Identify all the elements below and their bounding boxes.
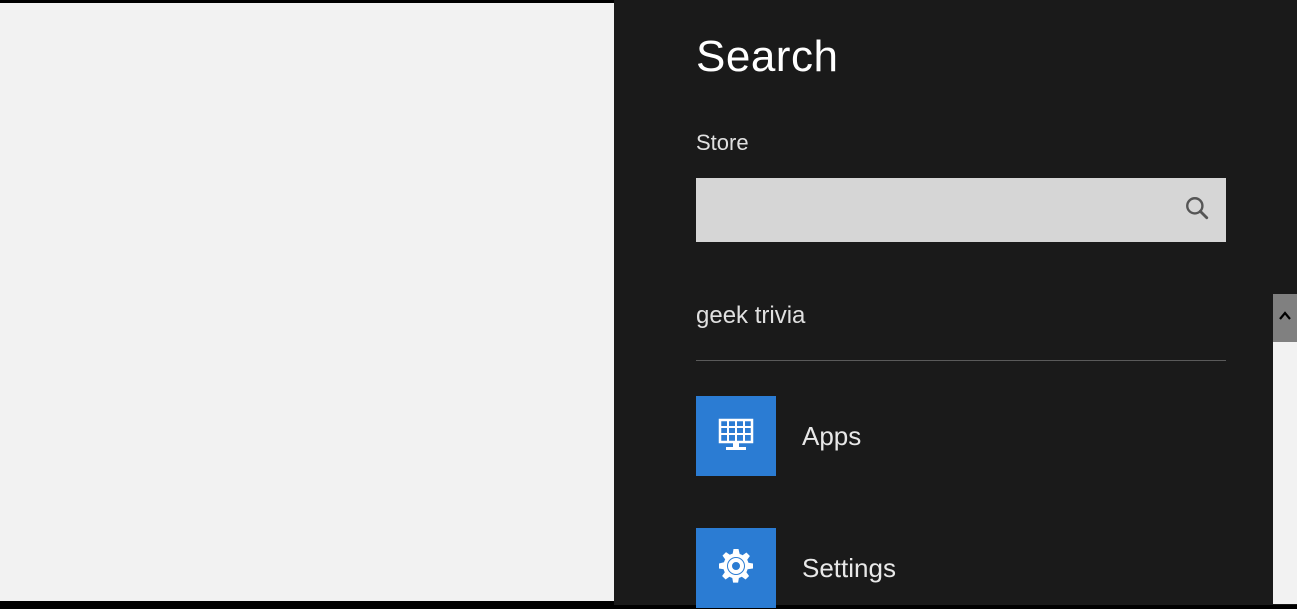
- category-label: Settings: [802, 553, 896, 584]
- search-suggestion[interactable]: geek trivia: [696, 302, 1257, 330]
- category-apps[interactable]: Apps: [696, 395, 1257, 477]
- search-icon: [1184, 195, 1210, 226]
- chevron-up-icon: [1278, 309, 1292, 328]
- divider: [696, 360, 1226, 361]
- category-label: Apps: [802, 421, 861, 452]
- scroll-up-button[interactable]: [1273, 294, 1297, 342]
- settings-tile: [696, 528, 776, 608]
- category-settings[interactable]: Settings: [696, 527, 1257, 609]
- settings-icon: [712, 542, 760, 595]
- search-scope-label: Store: [696, 130, 1257, 156]
- search-box[interactable]: [696, 178, 1226, 242]
- content-area: [0, 3, 614, 601]
- apps-tile: [696, 396, 776, 476]
- app-root: Search Store geek trivia: [0, 0, 1297, 605]
- search-submit-button[interactable]: [1168, 178, 1226, 242]
- search-title: Search: [696, 32, 1257, 82]
- search-input[interactable]: [696, 178, 1168, 242]
- scrollbar-track[interactable]: [1273, 294, 1297, 604]
- apps-icon: [712, 410, 760, 463]
- search-charm-panel: Search Store geek trivia: [614, 0, 1297, 605]
